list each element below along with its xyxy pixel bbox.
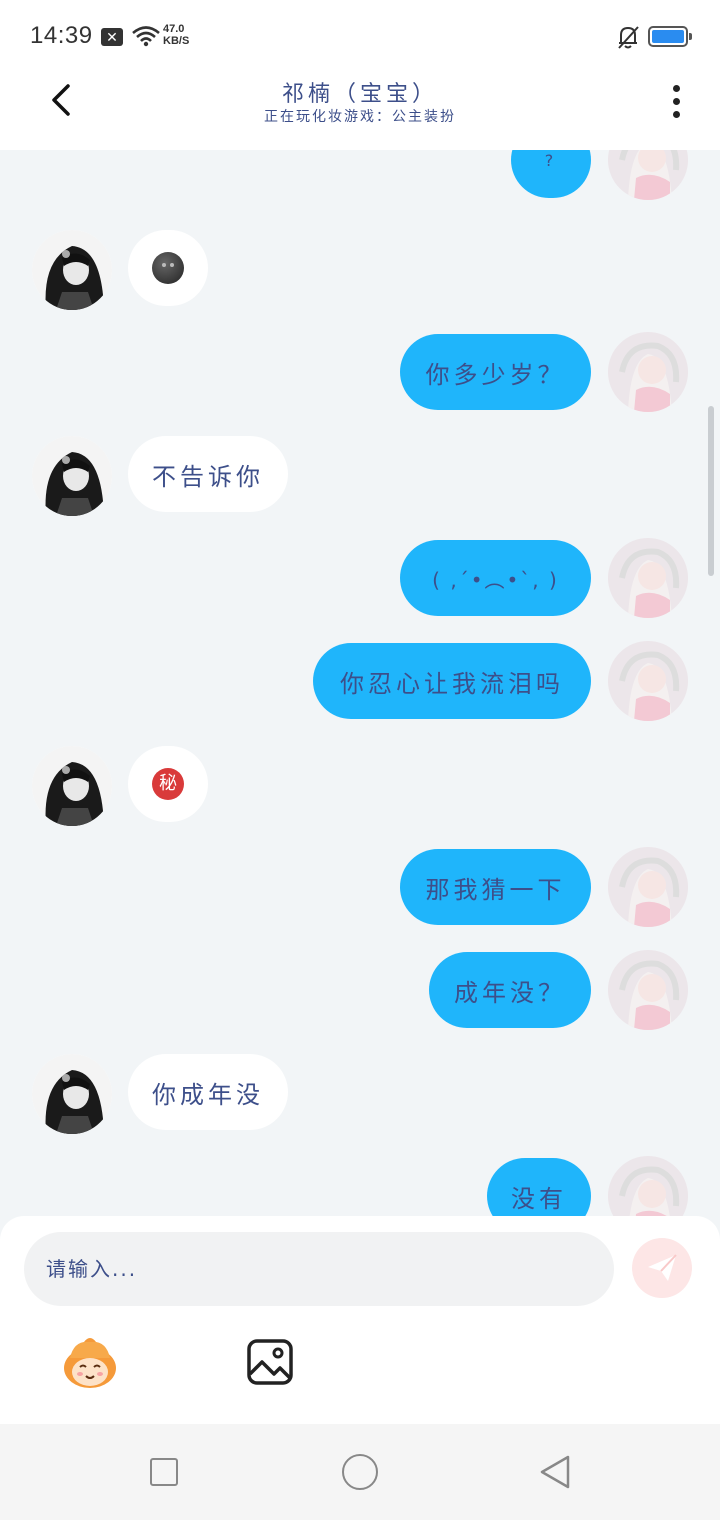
- home-button[interactable]: [342, 1454, 378, 1490]
- contact-avatar[interactable]: [32, 436, 112, 516]
- bell-muted-icon: [618, 26, 639, 49]
- back-triangle-button[interactable]: [538, 1454, 574, 1490]
- message-bubble[interactable]: 成年没？: [429, 952, 591, 1028]
- message-bubble[interactable]: 你忍心让我流泪吗: [313, 643, 591, 719]
- chat-title: 祁楠（宝宝）: [281, 82, 438, 107]
- emoji-sticker-button[interactable]: [60, 1334, 120, 1392]
- scrollbar[interactable]: [708, 406, 714, 576]
- status-bar: 14:39 ✕ 47.0 KB/S: [0, 0, 720, 72]
- chat-message-list[interactable]: ? 你多少岁？ 不告诉你 (,´•︵•`,) 你忍心让我流泪吗 秘 那我猜一…: [0, 150, 720, 1216]
- message-bubble[interactable]: 你多少岁？: [400, 334, 591, 410]
- message-bubble[interactable]: 不告诉你: [128, 436, 288, 512]
- status-time: 14:39: [30, 22, 93, 49]
- message-bubble[interactable]: 你成年没: [128, 1054, 288, 1130]
- image-picker-button[interactable]: [244, 1336, 296, 1388]
- message-bubble[interactable]: [128, 230, 208, 306]
- my-avatar[interactable]: [608, 150, 688, 200]
- more-options-button[interactable]: [662, 82, 690, 122]
- input-panel: [0, 1216, 720, 1424]
- my-avatar[interactable]: [608, 950, 688, 1030]
- message-bubble[interactable]: ?: [511, 150, 591, 198]
- network-speed-value: 47.0: [163, 23, 185, 35]
- message-bubble[interactable]: ( ,´•︵•`, ): [400, 540, 591, 616]
- system-nav-bar: [0, 1424, 720, 1520]
- my-avatar[interactable]: [608, 538, 688, 618]
- battery-icon: [648, 26, 692, 47]
- new-moon-face-emoji: [152, 252, 184, 284]
- my-avatar[interactable]: [608, 641, 688, 721]
- contact-avatar[interactable]: [32, 230, 112, 310]
- message-bubble[interactable]: 秘: [128, 746, 208, 822]
- secret-emoji: 秘: [152, 768, 184, 800]
- send-button[interactable]: [632, 1238, 692, 1298]
- chat-header: 祁楠（宝宝） 正在玩化妆游戏：公主装扮: [0, 72, 720, 150]
- network-speed: 47.0 KB/S: [163, 23, 189, 47]
- network-speed-unit: KB/S: [163, 35, 190, 47]
- wifi-icon: [132, 26, 160, 47]
- paper-plane-icon: [648, 1254, 677, 1281]
- my-avatar[interactable]: [608, 332, 688, 412]
- recent-apps-button[interactable]: [150, 1458, 178, 1486]
- contact-avatar[interactable]: [32, 1054, 112, 1134]
- message-bubble[interactable]: 没有: [487, 1158, 591, 1216]
- contact-avatar[interactable]: [32, 746, 112, 826]
- my-avatar[interactable]: [608, 1156, 688, 1216]
- message-input[interactable]: [24, 1232, 614, 1306]
- chat-status-subtitle: 正在玩化妆游戏：公主装扮: [264, 109, 456, 125]
- my-avatar[interactable]: [608, 847, 688, 927]
- message-bubble[interactable]: 那我猜一下: [400, 849, 591, 925]
- notification-x-icon: ✕: [101, 28, 123, 46]
